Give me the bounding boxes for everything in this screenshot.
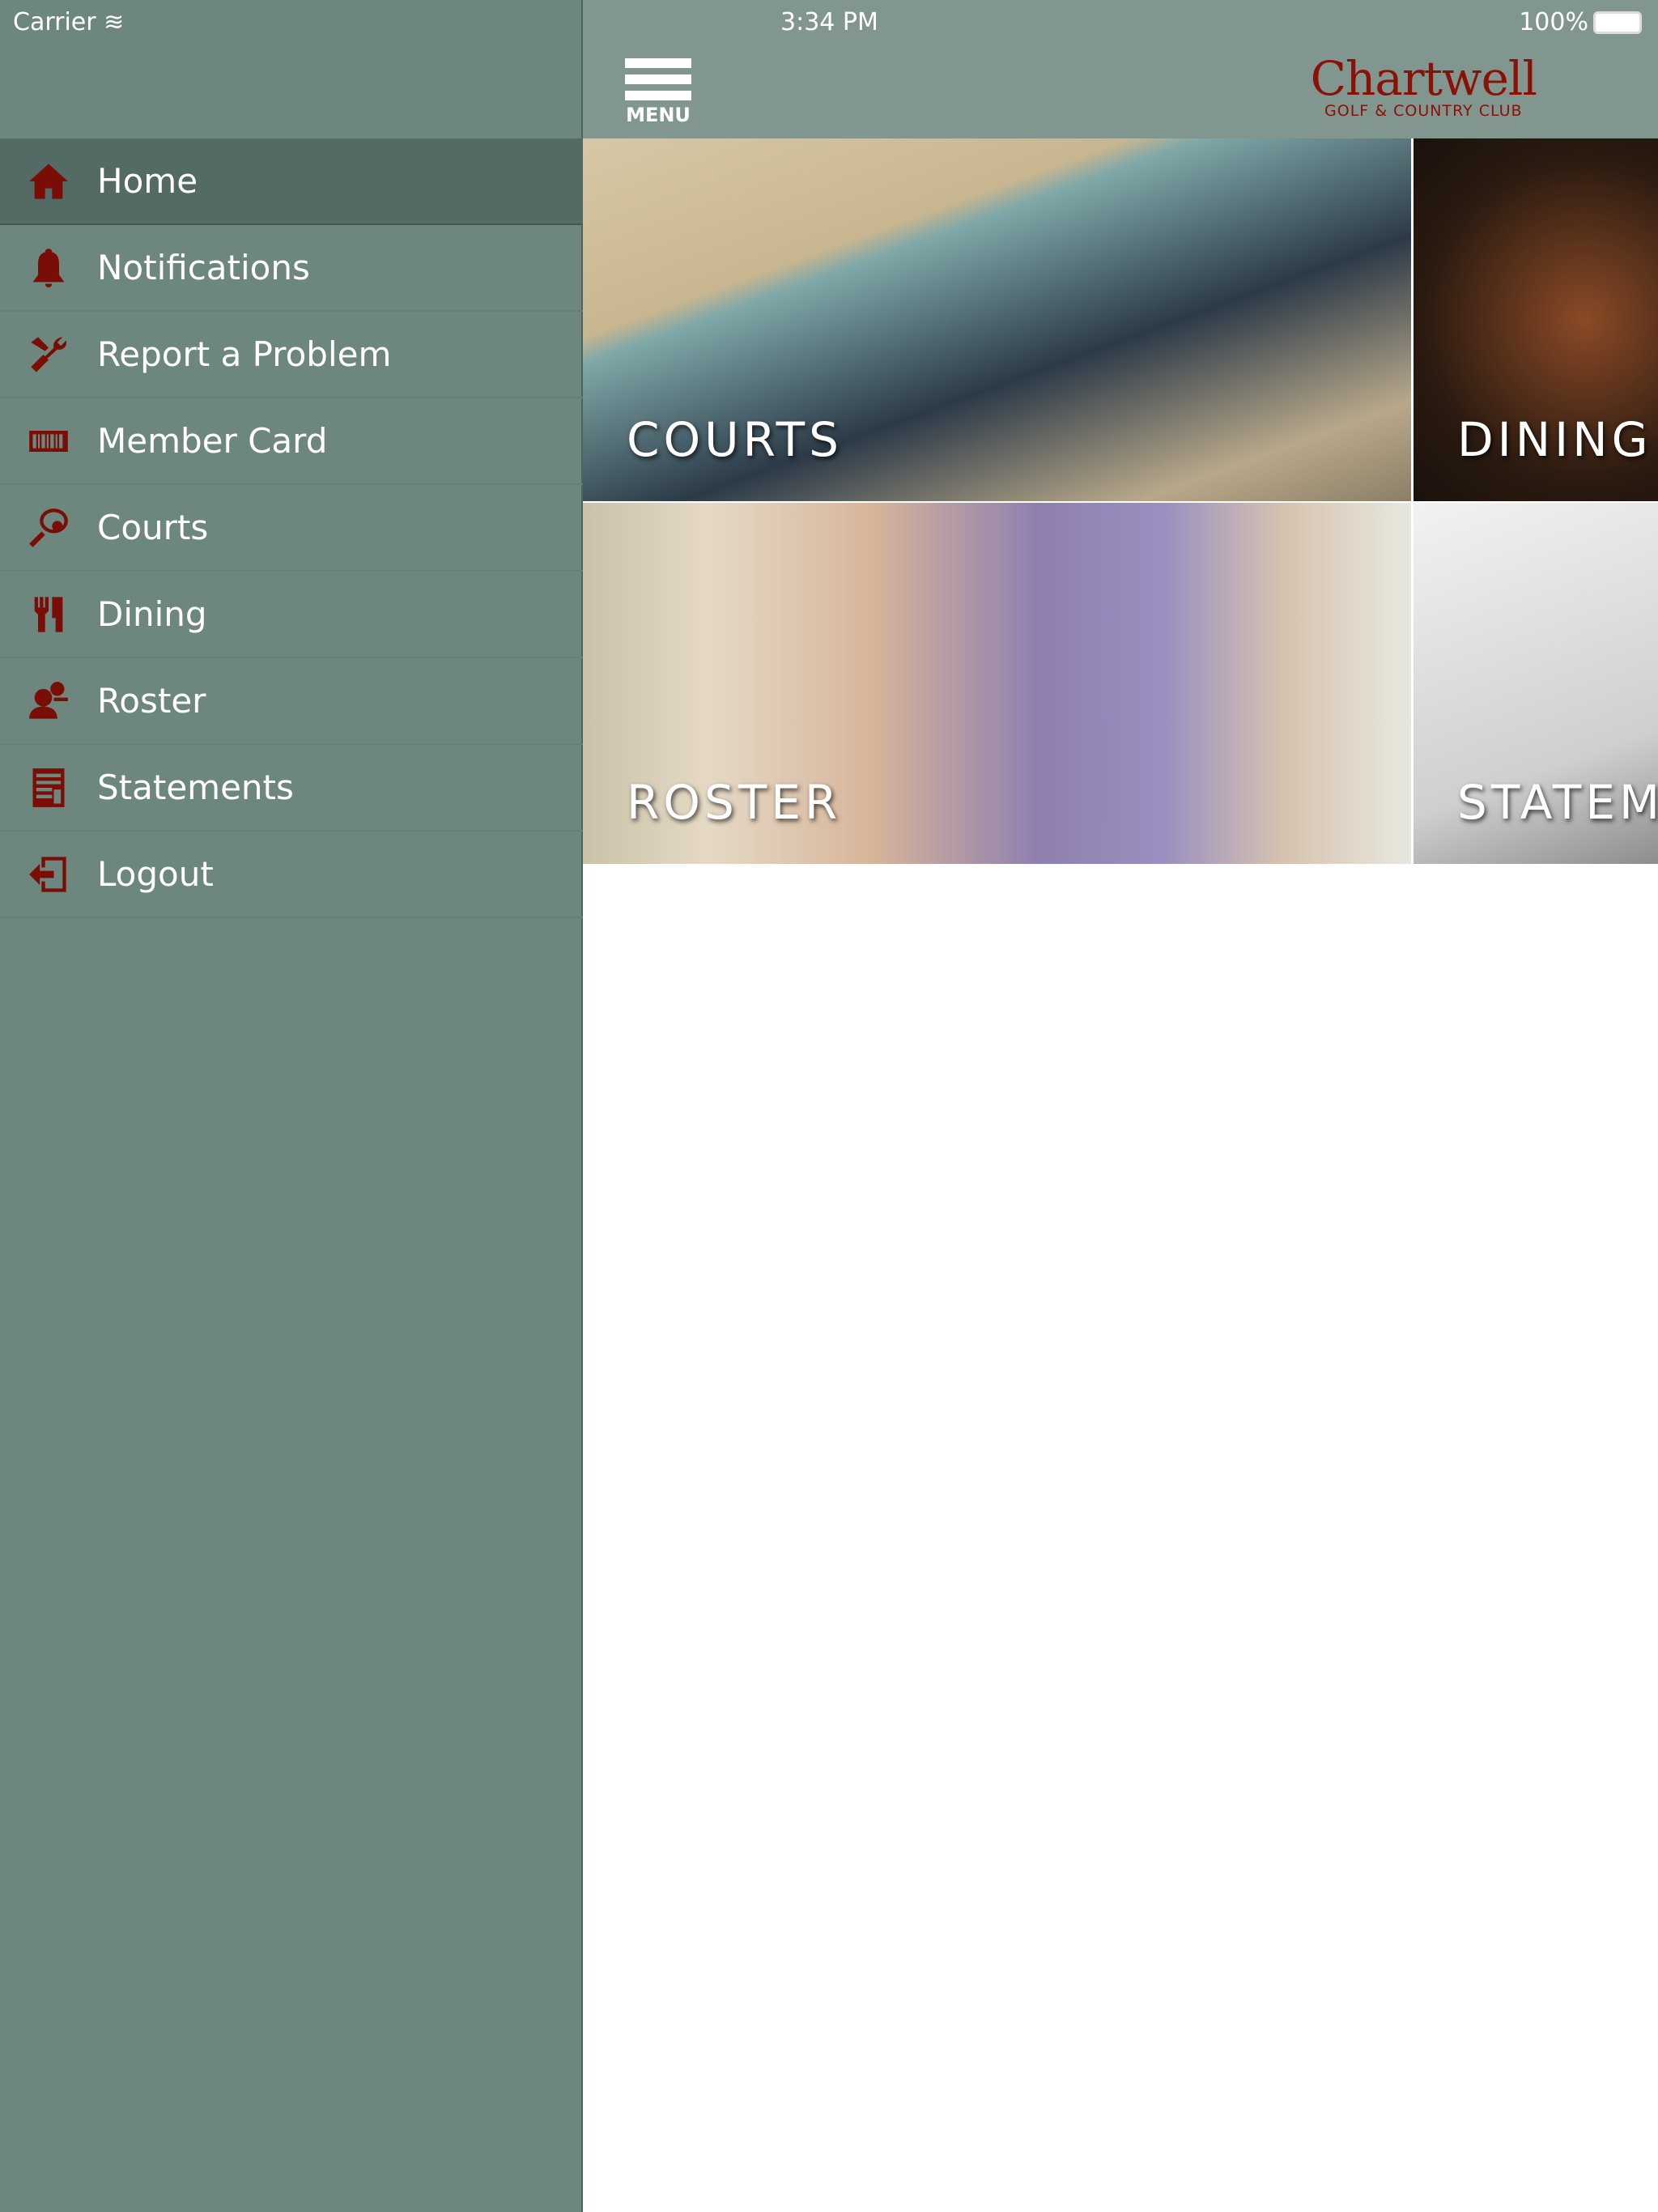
sidebar-item-logout[interactable]: Logout bbox=[0, 832, 583, 918]
sidebar-item-courts[interactable]: Courts bbox=[0, 485, 583, 572]
fork-knife-icon bbox=[0, 593, 97, 636]
logout-icon bbox=[0, 853, 97, 895]
home-icon bbox=[0, 160, 97, 202]
sidebar-item-report-problem[interactable]: Report a Problem bbox=[0, 312, 583, 398]
app-header: 3:34 PM 100% MENU Chartwell GOLF & COUNTR… bbox=[583, 0, 1658, 138]
statement-icon bbox=[0, 767, 97, 809]
sidebar-item-roster[interactable]: Roster bbox=[0, 658, 583, 745]
tile-label: ROSTER bbox=[627, 775, 842, 830]
tile-dining[interactable]: DINING bbox=[1414, 138, 1658, 501]
sidebar-item-statements[interactable]: Statements bbox=[0, 745, 583, 832]
tile-courts[interactable]: COURTS bbox=[583, 138, 1411, 501]
bell-icon bbox=[0, 247, 97, 289]
tools-icon bbox=[0, 334, 97, 376]
status-battery: 100% bbox=[1519, 0, 1642, 45]
menu-list: Home Notifications Report a Problem Memb… bbox=[0, 138, 583, 918]
sidebar-item-member-card[interactable]: Member Card bbox=[0, 398, 583, 485]
tile-roster[interactable]: ROSTER bbox=[583, 503, 1411, 864]
sidebar-item-label: Statements bbox=[97, 768, 294, 807]
chartwell-logo: Chartwell GOLF & COUNTRY CLUB bbox=[1311, 55, 1537, 120]
logo-name: Chartwell bbox=[1310, 51, 1537, 106]
tile-label: COURTS bbox=[627, 412, 843, 467]
tile-label: DINING bbox=[1457, 412, 1652, 467]
sidebar-item-label: Member Card bbox=[97, 421, 328, 461]
sidebar-item-label: Roster bbox=[97, 681, 206, 721]
side-menu: Carrier ≋ Home Notifications Report a Pr… bbox=[0, 0, 583, 2212]
sidebar-item-label: Dining bbox=[97, 594, 207, 634]
battery-icon bbox=[1593, 11, 1642, 34]
logo-subtitle: GOLF & COUNTRY CLUB bbox=[1324, 102, 1523, 120]
carrier-label: Carrier bbox=[13, 8, 96, 36]
tile-statements[interactable]: STATEM bbox=[1414, 503, 1658, 864]
battery-label: 100% bbox=[1519, 8, 1588, 36]
menu-button[interactable]: MENU bbox=[625, 58, 691, 126]
tile-label: STATEM bbox=[1457, 775, 1658, 830]
sidebar-item-label: Home bbox=[97, 161, 198, 201]
sidebar-item-notifications[interactable]: Notifications bbox=[0, 225, 583, 312]
sidebar-item-label: Logout bbox=[97, 854, 214, 894]
menu-label: MENU bbox=[626, 104, 691, 126]
tennis-racket-icon bbox=[0, 507, 97, 549]
barcode-card-icon bbox=[0, 420, 97, 462]
people-icon bbox=[0, 680, 97, 722]
sidebar-item-dining[interactable]: Dining bbox=[0, 572, 583, 658]
sidebar-item-label: Courts bbox=[97, 508, 209, 547]
wifi-icon: ≋ bbox=[104, 8, 125, 36]
sidebar-item-label: Report a Problem bbox=[97, 334, 392, 374]
status-time: 3:34 PM bbox=[780, 8, 878, 36]
status-carrier: Carrier ≋ bbox=[13, 0, 124, 45]
sidebar-item-label: Notifications bbox=[97, 248, 310, 287]
sidebar-item-home[interactable]: Home bbox=[0, 138, 583, 225]
